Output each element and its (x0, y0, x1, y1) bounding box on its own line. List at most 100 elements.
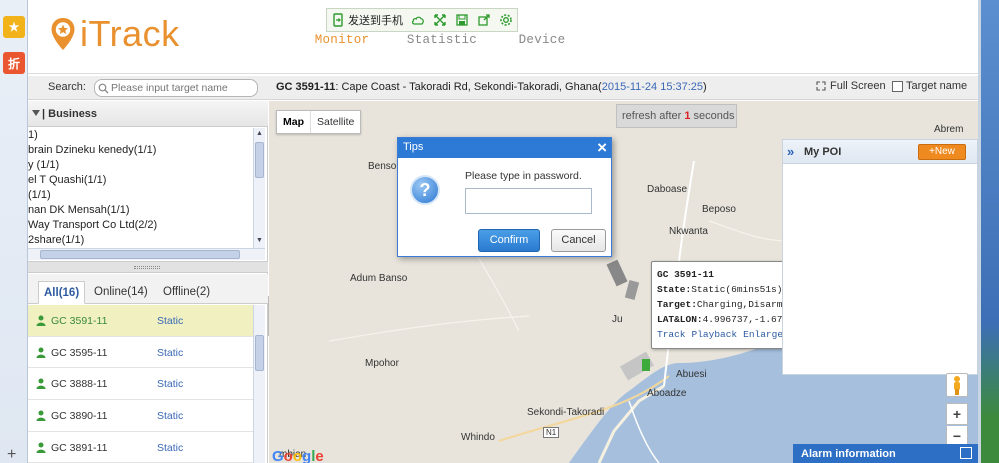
place-label: Whindo (461, 432, 495, 443)
info-latlon-label: LAT&LON: (657, 314, 703, 325)
vehicle-row[interactable]: GC 3891-11 Static (28, 432, 253, 463)
group-tree-header: | Business (28, 101, 268, 127)
vehicle-id: GC 3591-11 (276, 81, 336, 93)
vehicle-time: 2015-11-24 15:37:25 (601, 81, 704, 93)
dialog-message: Please type in password. (465, 170, 582, 182)
scrollbar-thumb[interactable] (255, 335, 264, 371)
close-icon[interactable]: × (597, 138, 607, 157)
road-shield: N1 (543, 427, 560, 438)
expand-icon[interactable] (433, 13, 447, 27)
dialog-titlebar: Tips × (398, 138, 611, 158)
fullscreen-button[interactable]: Full Screen (816, 80, 886, 92)
group-item[interactable]: Way Transport Co Ltd(2/2) (28, 218, 253, 233)
vehicle-row[interactable]: GC 3890-11 Static (28, 400, 253, 432)
send-to-phone-button[interactable]: 发送到手机 (331, 12, 403, 28)
refresh-suffix: seconds (690, 110, 735, 122)
vehicle-row[interactable]: GC 3591-11 Static (28, 305, 253, 337)
vehicle-row[interactable]: GC 3888-11 Static (28, 368, 253, 401)
vehicle-name: GC 3888-11 (51, 378, 108, 391)
expand-window-icon[interactable] (960, 447, 972, 459)
vehicle-state: Static (157, 410, 184, 423)
send-to-phone-label: 发送到手机 (348, 15, 403, 27)
dialog-title: Tips (403, 141, 424, 153)
nav-device[interactable]: Device (492, 33, 592, 47)
info-title: GC 3591-11 (657, 269, 715, 280)
alarm-information-bar[interactable]: Alarm information (793, 444, 978, 463)
tab-online[interactable]: Online(14) (89, 281, 153, 304)
person-icon (36, 442, 46, 453)
vehicle-row[interactable]: GC 3595-11 Static (28, 337, 253, 369)
discount-icon[interactable]: 折 (3, 52, 25, 74)
group-item[interactable]: 2share(1/1) (28, 233, 253, 248)
info-target-label: Target: (657, 299, 697, 310)
tab-offline[interactable]: Offline(2) (158, 281, 215, 304)
password-input[interactable] (465, 188, 592, 214)
nav-statistic[interactable]: Statistic (392, 33, 492, 47)
tab-all[interactable]: All(16) (38, 281, 86, 304)
alarm-label: Alarm information (801, 448, 896, 460)
browser-sidebar: ★ 折 + (0, 0, 28, 463)
cloud-icon[interactable] (411, 13, 425, 27)
map-type-satellite-button[interactable]: Satellite (311, 111, 360, 133)
vehicle-name: GC 3890-11 (51, 410, 108, 423)
scrollbar-thumb[interactable] (255, 142, 264, 178)
desktop-background (978, 0, 999, 463)
left-panel: | Business 1) brain Dzineku kenedy(1/1) … (28, 101, 268, 463)
panel-splitter[interactable] (28, 261, 268, 273)
scroll-up-icon[interactable]: ▲ (255, 129, 264, 139)
search-icon (98, 83, 109, 93)
share-icon[interactable] (477, 13, 491, 27)
place-label: Benso (368, 161, 397, 172)
group-item[interactable]: nan DK Mensah(1/1) (28, 203, 253, 218)
add-icon[interactable]: + (7, 447, 16, 463)
vehicle-state: Static (157, 441, 184, 454)
vehicle-list-scrollbar[interactable] (253, 305, 265, 463)
vehicle-state: Static (157, 346, 184, 359)
group-item[interactable]: el T Quashi(1/1) (28, 173, 253, 188)
place-label: Abuesi (676, 369, 707, 380)
place-label: Beposo (702, 204, 736, 215)
double-chevron-icon[interactable]: » (787, 144, 794, 159)
group-list-scrollbar[interactable]: ▲ ▼ (253, 128, 265, 248)
search-input[interactable] (111, 82, 251, 94)
target-name-checkbox[interactable] (892, 80, 903, 92)
scroll-down-icon[interactable]: ▼ (255, 236, 264, 246)
info-state-label: State: (657, 284, 692, 295)
place-label: Nkwanta (669, 226, 708, 237)
vehicle-state: Static (157, 315, 184, 327)
vehicle-info-window: GC 3591-11 State:Static(6mins51s) Target… (651, 261, 803, 349)
zoom-in-button[interactable]: + (946, 403, 968, 425)
map-view[interactable]: Map Satellite refresh after 1 seconds Be… (269, 101, 978, 463)
map-type-control: Map Satellite (276, 110, 362, 134)
favorites-star-icon[interactable]: ★ (3, 16, 25, 38)
vehicle-marker-selected[interactable] (642, 359, 650, 371)
target-name-toggle[interactable]: Target name (892, 80, 967, 92)
vehicle-address: : Cape Coast - Takoradi Rd, Sekondi-Tako… (335, 81, 602, 93)
nav-monitor[interactable]: Monitor (292, 33, 392, 47)
group-item[interactable]: brain Dzineku kenedy(1/1) (28, 143, 253, 158)
track-link[interactable]: Track (657, 329, 686, 340)
person-icon (36, 378, 46, 390)
search-bar: Search: GC 3591-11: Cape Coast - Takorad… (28, 76, 978, 100)
playback-link[interactable]: Playback (692, 329, 738, 340)
collapse-triangle-icon[interactable] (32, 110, 40, 117)
street-view-pegman[interactable] (946, 373, 968, 397)
settings-icon[interactable] (499, 13, 513, 27)
cancel-button[interactable]: Cancel (551, 229, 606, 252)
group-item[interactable]: y (1/1) (28, 158, 253, 173)
person-icon (36, 347, 46, 358)
group-item[interactable]: 1) (28, 128, 253, 143)
confirm-button[interactable]: Confirm (478, 229, 540, 252)
map-type-map-button[interactable]: Map (277, 111, 311, 133)
vehicle-name: GC 3891-11 (51, 441, 108, 454)
group-list-hscrollbar[interactable] (28, 248, 265, 260)
main-nav: Monitor Statistic Device (292, 33, 592, 47)
save-icon[interactable] (455, 13, 469, 27)
browser-plugin-toolbar: 发送到手机 (326, 8, 518, 32)
group-item[interactable]: (1/1) (28, 188, 253, 203)
hscrollbar-thumb[interactable] (40, 250, 240, 259)
enlarge-link[interactable]: Enlarge (743, 329, 783, 340)
splitter-grip[interactable] (134, 266, 160, 269)
target-name-label: Target name (906, 80, 968, 92)
new-poi-button[interactable]: +New (918, 144, 966, 160)
